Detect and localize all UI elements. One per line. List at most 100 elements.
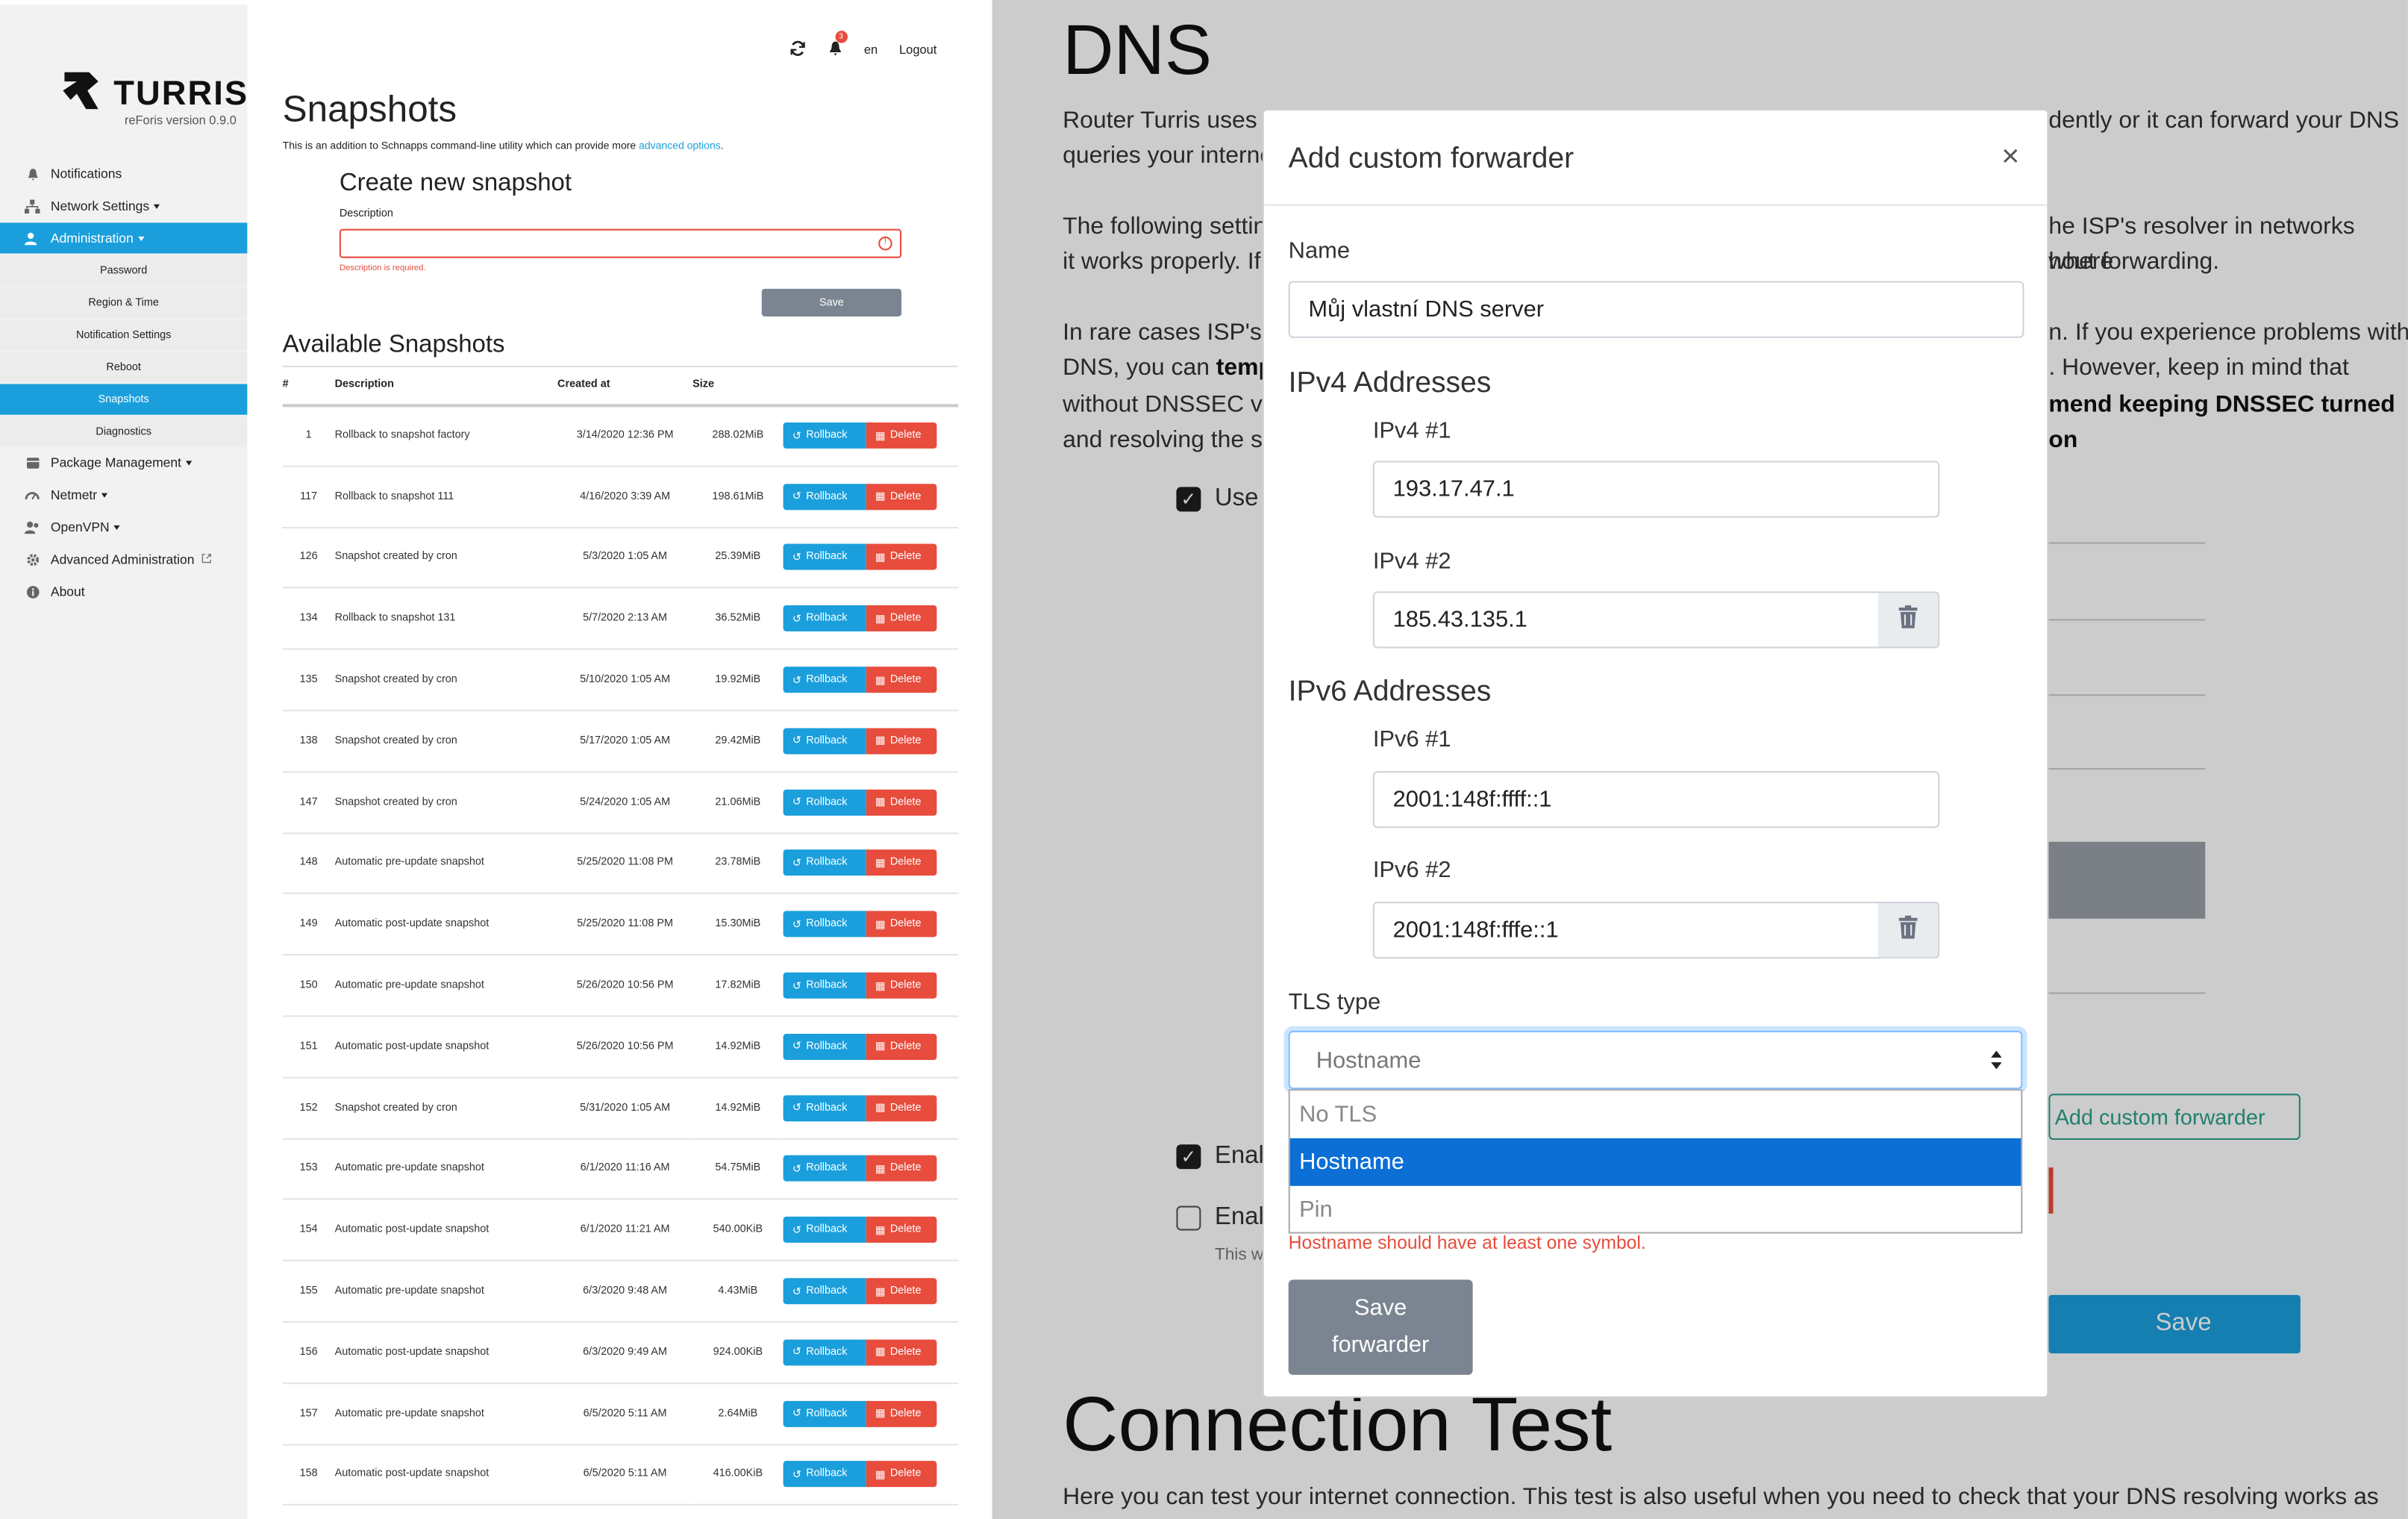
delete-label: Delete xyxy=(889,552,922,564)
delete-button[interactable]: ▦ Delete xyxy=(866,1462,937,1488)
subnav-snapshots[interactable]: Snapshots xyxy=(0,384,248,415)
delete-button[interactable]: ▦ Delete xyxy=(866,667,937,693)
ipv4-2-input[interactable]: 185.43.135.1 xyxy=(1372,591,1880,649)
delete-button[interactable]: ▦ Delete xyxy=(866,789,937,816)
snapshot-description: Rollback to snapshot 131 xyxy=(334,587,558,650)
subnav-reboot[interactable]: Reboot xyxy=(0,352,248,383)
delete-button[interactable]: ▦ Delete xyxy=(866,1155,937,1182)
advanced-options-link[interactable]: advanced options xyxy=(639,141,721,152)
nav-network-settings[interactable]: Network Settings xyxy=(0,190,247,221)
users-icon xyxy=(24,520,40,535)
rollback-button[interactable]: ↺ Rollback xyxy=(783,1462,866,1488)
nav-package-management[interactable]: Package Management xyxy=(0,447,247,478)
chevron-down-icon xyxy=(113,524,121,529)
subnav-password[interactable]: Password xyxy=(0,255,248,286)
tls-option-pin[interactable]: Pin xyxy=(1290,1186,2021,1234)
snapshot-number: 1 xyxy=(282,405,335,467)
close-icon[interactable]: × xyxy=(2001,141,2019,172)
rollback-label: Rollback xyxy=(806,1469,848,1480)
bell-icon xyxy=(827,40,842,60)
notification-bell[interactable]: 3 xyxy=(827,30,848,60)
delete-button[interactable]: ▦ Delete xyxy=(866,422,937,449)
delete-button[interactable]: ▦ Delete xyxy=(866,1339,937,1366)
nav-administration[interactable]: Administration xyxy=(0,222,248,254)
trash-icon: ▦ xyxy=(875,920,886,931)
ipv6-2-input[interactable]: 2001:148f:fffe::1 xyxy=(1372,902,1880,959)
rollback-button[interactable]: ↺ Rollback xyxy=(783,850,866,877)
rollback-button[interactable]: ↺ Rollback xyxy=(783,789,866,816)
nav-openvpn[interactable]: OpenVPN xyxy=(0,511,247,542)
ipv6-1-input[interactable]: 2001:148f:ffff::1 xyxy=(1372,771,1940,829)
rollback-button[interactable]: ↺ Rollback xyxy=(783,483,866,510)
delete-label: Delete xyxy=(889,490,922,502)
rollback-button[interactable]: ↺ Rollback xyxy=(783,1155,866,1182)
snapshot-number: 126 xyxy=(282,527,335,590)
table-row: 153 Automatic pre-update snapshot 6/1/2020… xyxy=(282,1138,959,1201)
delete-button[interactable]: ▦ Delete xyxy=(866,1094,937,1121)
snapshot-size: 540.00KiB xyxy=(692,1200,784,1261)
snapshot-description: Automatic post-update snapshot xyxy=(334,1444,558,1506)
rollback-button[interactable]: ↺ Rollback xyxy=(783,1217,866,1244)
delete-button[interactable]: ▦ Delete xyxy=(866,483,937,510)
rollback-button[interactable]: ↺ Rollback xyxy=(783,422,866,449)
snapshot-size: 29.42MiB xyxy=(692,710,784,773)
delete-button[interactable]: ▦ Delete xyxy=(866,1217,937,1244)
save-forwarder-button[interactable]: Save forwarder xyxy=(1288,1279,1473,1375)
rollback-button[interactable]: ↺ Rollback xyxy=(783,972,866,999)
subnav-region-time[interactable]: Region & Time xyxy=(0,287,248,319)
nav-netmetr[interactable]: Netmetr xyxy=(0,479,247,510)
nav-about[interactable]: About xyxy=(0,576,247,607)
rollback-button[interactable]: ↺ Rollback xyxy=(783,1400,866,1427)
rollback-button[interactable]: ↺ Rollback xyxy=(783,911,866,938)
delete-button[interactable]: ▦ Delete xyxy=(866,544,937,571)
col-actions xyxy=(783,365,959,407)
ipv4-1-input[interactable]: 193.17.47.1 xyxy=(1372,461,1940,518)
save-snapshot-button[interactable]: Save xyxy=(761,288,902,316)
rollback-button[interactable]: ↺ Rollback xyxy=(783,728,866,755)
delete-ipv6-2-button[interactable] xyxy=(1877,902,1940,959)
delete-button[interactable]: ▦ Delete xyxy=(866,911,937,938)
rollback-button[interactable]: ↺ Rollback xyxy=(783,667,866,693)
delete-button[interactable]: ▦ Delete xyxy=(866,728,937,755)
rollback-label: Rollback xyxy=(806,858,848,869)
tls-option-no-tls[interactable]: No TLS xyxy=(1290,1091,2021,1138)
rollback-button[interactable]: ↺ Rollback xyxy=(783,544,866,571)
turris-logo[interactable]: TURRIS reForis version 0.9.0 xyxy=(58,66,247,128)
snapshot-size: 17.82MiB xyxy=(692,955,784,1017)
subnav-notification-settings[interactable]: Notification Settings xyxy=(0,319,248,351)
snapshot-size: 25.39MiB xyxy=(692,527,784,590)
col-created: Created at xyxy=(557,365,693,407)
delete-ipv4-2-button[interactable] xyxy=(1877,591,1940,649)
description-input[interactable]: ! xyxy=(339,228,902,258)
subnav-diagnostics[interactable]: Diagnostics xyxy=(0,416,248,447)
snapshot-created: 5/31/2020 1:05 AM xyxy=(557,1077,693,1140)
delete-button[interactable]: ▦ Delete xyxy=(866,1400,937,1427)
delete-button[interactable]: ▦ Delete xyxy=(866,1033,937,1060)
nav-notifications[interactable]: Notifications xyxy=(0,158,247,189)
tls-type-select[interactable]: Hostname xyxy=(1288,1030,2023,1090)
language-switch[interactable]: en xyxy=(864,43,878,57)
snapshot-size: 36.52MiB xyxy=(692,587,784,650)
undo-icon: ↺ xyxy=(792,736,802,747)
rollback-button[interactable]: ↺ Rollback xyxy=(783,1339,866,1366)
trash-icon: ▦ xyxy=(875,981,886,992)
rollback-button[interactable]: ↺ Rollback xyxy=(783,1094,866,1121)
snapshot-created: 6/5/2020 5:11 AM xyxy=(557,1444,693,1506)
name-input[interactable]: Můj vlastní DNS server xyxy=(1288,281,2024,338)
nav-advanced-administration[interactable]: Advanced Administration xyxy=(0,544,247,575)
rollback-button[interactable]: ↺ Rollback xyxy=(783,605,866,632)
delete-button[interactable]: ▦ Delete xyxy=(866,972,937,999)
delete-button[interactable]: ▦ Delete xyxy=(866,605,937,632)
tls-option-hostname[interactable]: Hostname xyxy=(1289,1138,2021,1186)
snapshot-size: 19.92MiB xyxy=(692,649,784,711)
refresh-icon[interactable] xyxy=(789,39,806,59)
logout-link[interactable]: Logout xyxy=(899,43,936,57)
snapshot-number: 149 xyxy=(282,893,335,956)
delete-button[interactable]: ▦ Delete xyxy=(866,850,937,877)
snapshot-number: 150 xyxy=(282,955,335,1017)
rollback-button[interactable]: ↺ Rollback xyxy=(783,1033,866,1060)
rollback-button[interactable]: ↺ Rollback xyxy=(783,1278,866,1305)
undo-icon: ↺ xyxy=(792,858,802,870)
delete-button[interactable]: ▦ Delete xyxy=(866,1278,937,1305)
snapshot-created: 5/25/2020 11:08 PM xyxy=(557,893,693,956)
